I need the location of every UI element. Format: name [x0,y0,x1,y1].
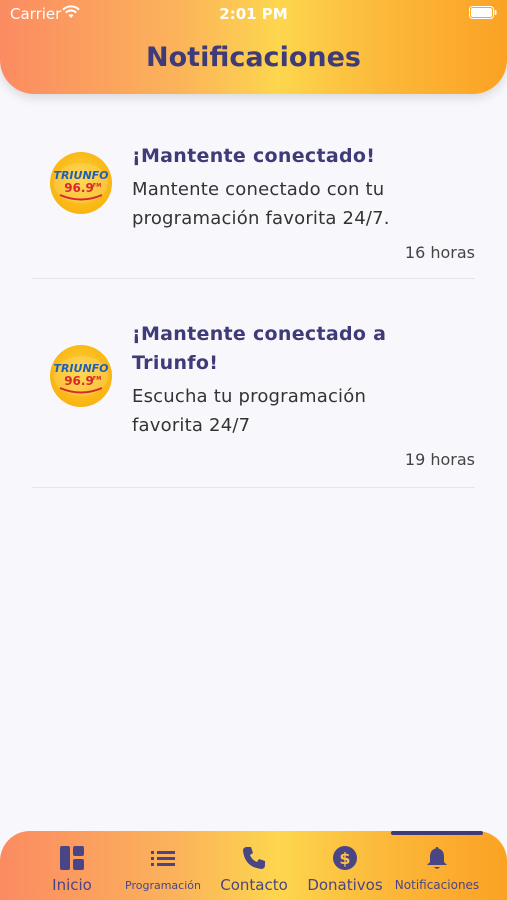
dollar-icon: $ [333,846,357,870]
tab-inicio[interactable]: Inicio [30,831,114,900]
list-icon [151,851,175,866]
notification-item[interactable]: TRIUNFO 96.9 FM ¡Mantente conectado a Tr… [0,279,507,488]
tab-label: Inicio [52,876,92,894]
triunfo-logo: TRIUNFO 96.9 FM [50,152,112,214]
bell-icon [427,847,447,869]
notification-time: 16 horas [404,243,475,262]
tab-label: Programación [125,879,201,892]
tab-label: Donativos [307,876,383,894]
notification-item[interactable]: TRIUNFO 96.9 FM ¡Mantente conectado! Man… [0,125,507,279]
phone-icon [243,847,265,869]
logo-fm-text: FM [93,183,101,189]
battery-icon [469,6,497,19]
page-title: Notificaciones [146,42,361,73]
grid-icon [60,846,84,870]
tab-donativos[interactable]: $ Donativos [301,831,389,900]
tab-label: Contacto [220,876,288,894]
notification-body: Escucha tu programación favorita 24/7 [132,386,367,436]
logo-fm-text: FM [93,376,101,382]
triunfo-logo: TRIUNFO 96.9 FM [50,345,112,407]
notification-list: TRIUNFO 96.9 FM ¡Mantente conectado! Man… [0,125,507,488]
tab-contacto[interactable]: Contacto [212,831,296,900]
tab-programacion[interactable]: Programación [116,831,210,900]
logo-frequency-text: 96.9 [64,181,94,195]
svg-text:$: $ [339,849,350,868]
tab-label: Notificaciones [394,878,480,892]
notification-title: ¡Mantente conectado! [132,145,376,167]
tab-notificaciones[interactable]: Notificaciones [389,831,485,900]
header-bar: Carrier 2:01 PM Notificaciones [0,0,507,94]
logo-frequency-text: 96.9 [64,374,94,388]
status-bar: Carrier 2:01 PM [0,0,507,28]
notification-body: Mantente conectado con tu programación f… [132,179,390,229]
notification-title: ¡Mantente conectado a Triunfo! [132,323,387,374]
notification-time: 19 horas [404,450,475,469]
tab-bar: Inicio Programación Contacto $ Donativos… [0,831,507,900]
clock: 2:01 PM [219,5,288,23]
